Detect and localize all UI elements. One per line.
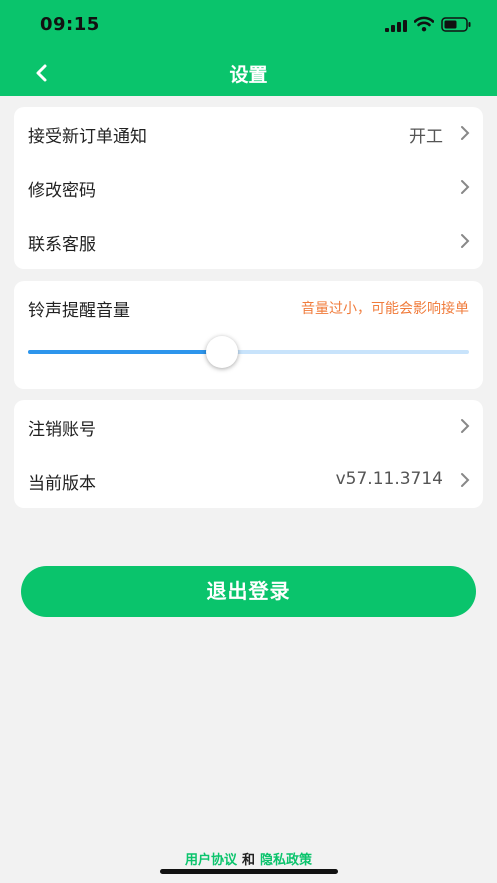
status-bar: 09:15 [0,0,497,50]
battery-icon [441,17,471,32]
volume-warning: 音量过小，可能会影响接单 [301,301,469,317]
volume-slider-thumb[interactable] [206,336,239,368]
chevron-right-icon [461,234,470,248]
page-title: 设置 [229,64,268,86]
row-label: 当前版本 [28,474,96,494]
volume-slider[interactable] [28,336,469,368]
version-value: v57.11.3714 [335,469,443,489]
row-label: 修改密码 [28,181,96,201]
volume-label: 铃声提醒音量 [28,301,130,321]
new-order-notification-row[interactable]: 接受新订单通知 开工 [14,107,483,161]
user-agreement-link[interactable]: 用户协议 [185,853,237,868]
footer-and-text: 和 [241,853,255,868]
home-indicator [160,869,338,874]
row-label: 联系客服 [28,235,96,255]
row-value: 开工 [409,127,443,147]
current-version-row[interactable]: 当前版本 v57.11.3714 [14,454,483,508]
settings-group-2: 注销账号 当前版本 v57.11.3714 [14,400,483,508]
row-label: 注销账号 [28,420,96,440]
settings-group-1: 接受新订单通知 开工 修改密码 联系客服 [14,107,483,269]
status-time: 09:15 [40,14,100,35]
volume-card: 铃声提醒音量 音量过小，可能会影响接单 [14,281,483,389]
footer-links: 用户协议和隐私政策 [0,849,497,868]
privacy-policy-link[interactable]: 隐私政策 [260,853,312,868]
row-label: 接受新订单通知 [28,127,147,147]
contact-support-row[interactable]: 联系客服 [14,215,483,269]
chevron-right-icon [461,180,470,194]
logout-button[interactable]: 退出登录 [21,566,476,617]
app-header: 09:15 设置 [0,0,497,96]
chevron-right-icon [461,473,470,487]
volume-slider-fill [28,350,223,354]
signal-icon [385,20,407,32]
delete-account-row[interactable]: 注销账号 [14,400,483,454]
change-password-row[interactable]: 修改密码 [14,161,483,215]
chevron-right-icon [461,419,470,433]
wifi-icon [414,16,434,32]
chevron-right-icon [461,126,470,140]
